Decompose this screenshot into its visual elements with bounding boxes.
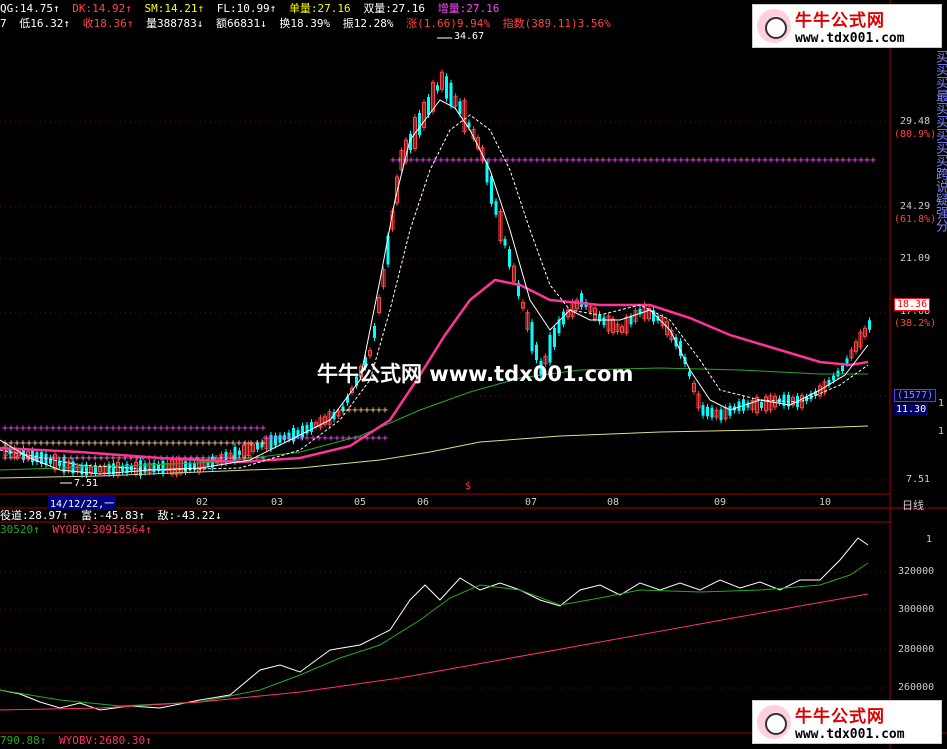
obv-tick-5: 260000 [898, 682, 935, 693]
sub-a: 役道:28.97↑ [0, 509, 69, 522]
right-signal-strip: 买买买最买买买买买跨说疑强分 [933, 50, 947, 232]
price-tick-1: 29.48 [900, 116, 931, 127]
price-tick-2: 24.29 [900, 201, 931, 212]
month-02: 02 [196, 497, 209, 508]
obv-row: 30520↑ WYOBV:30918564↑ [0, 523, 158, 537]
cow-logo-icon [757, 9, 791, 43]
obv-b: WYOBV:30918564↑ [52, 523, 152, 536]
banner-bottom-title: 牛牛公式网 [795, 707, 885, 727]
dashed-white-line [0, 114, 869, 471]
low-price-label: 7.51 [74, 478, 99, 489]
banner-top-title: 牛牛公式网 [795, 11, 885, 31]
sub-c: 敌:-43.22↓ [157, 509, 222, 522]
date-cursor-label[interactable]: 14/12/22,一 [48, 495, 117, 510]
month-07: 07 [525, 497, 538, 508]
obv-white-line [0, 537, 869, 711]
current-price-tag: 18.36 [894, 298, 931, 311]
cow-logo-icon [757, 705, 791, 739]
price-tick-3: 21.09 [900, 253, 931, 264]
month-06: 06 [417, 497, 430, 508]
obv-tick-4: 280000 [898, 644, 935, 655]
month-10: 10 [819, 497, 832, 508]
price-tick-bottom: 7.51 [906, 474, 931, 485]
bottom-a: 790.88↑ [0, 734, 47, 747]
month-09: 09 [714, 497, 727, 508]
banner-bottom-url: www.tdx001.com [795, 727, 905, 742]
obv-tick-1: 1 [926, 534, 933, 545]
bottom-indicator-row: 790.88↑ WYOBV:2680.30↑ [0, 734, 158, 748]
axis-one-b: 1 [938, 426, 945, 437]
volume-tag: (1577) [894, 389, 937, 402]
level-plus-mark: + [382, 405, 388, 416]
axis-one-a: 1 [938, 398, 945, 409]
banner-top-url: www.tdx001.com [795, 31, 905, 46]
banner-top[interactable]: 牛牛公式网 www.tdx001.com [752, 4, 942, 48]
obv-a: 30520↑ [0, 523, 40, 536]
level-markers: + + + + + + + + + + + + + + + + + + + + + + + + + + + + + + + + + + + + + + + +… [2, 155, 876, 464]
month-05: 05 [354, 497, 367, 508]
obv-green-line [0, 562, 869, 707]
price-tag-11-30: 11.30 [894, 404, 929, 415]
dollar-marker: $ [465, 481, 472, 492]
watermark-text: 牛牛公式网 www.tdx001.com [317, 362, 634, 386]
period-label[interactable]: 日线 [902, 497, 924, 513]
obv-pink-line [0, 593, 869, 711]
obv-tick-2: 320000 [898, 566, 935, 577]
candlesticks [3, 69, 871, 479]
level-plus-mark: + [382, 433, 388, 444]
sub-indicator-row: 役道:28.97↑ 富:-45.83↑ 敌:-43.22↓ [0, 509, 228, 523]
bottom-b: WYOBV:2680.30↑ [58, 734, 152, 747]
banner-bottom[interactable]: 牛牛公式网 www.tdx001.com [752, 700, 942, 744]
sub-b: 富:-45.83↑ [80, 509, 145, 522]
high-price-label: 34.67 [454, 31, 485, 42]
level-plus-mark: + [870, 155, 876, 166]
month-08: 08 [607, 497, 620, 508]
obv-tick-3: 300000 [898, 604, 935, 615]
month-03: 03 [271, 497, 284, 508]
